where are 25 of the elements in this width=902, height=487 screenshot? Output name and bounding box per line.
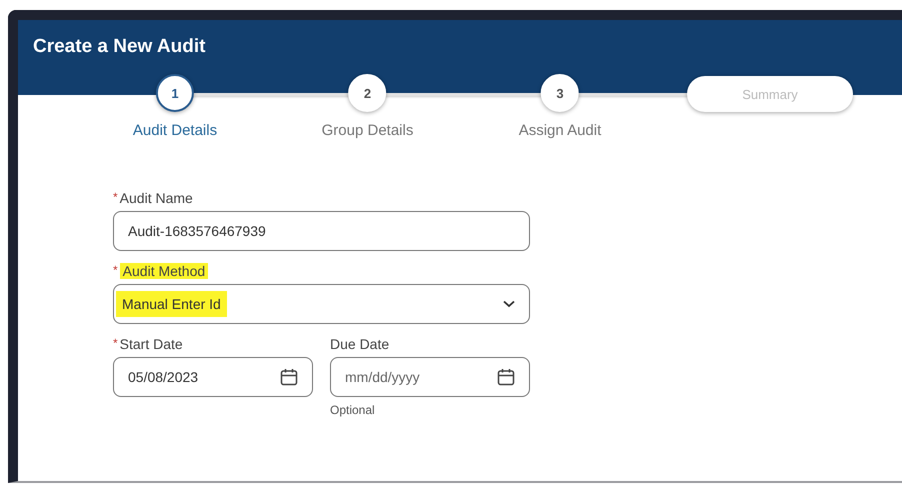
- field-hint: Optional: [330, 403, 376, 417]
- date-value: 05/08/2023: [128, 369, 198, 385]
- required-mark: *: [113, 336, 118, 352]
- due-date-field[interactable]: mm/dd/yyyy: [330, 357, 530, 397]
- step-label: Audit Details: [132, 122, 218, 139]
- calendar-icon[interactable]: [280, 368, 298, 386]
- required-mark: *: [113, 190, 118, 206]
- date-placeholder: mm/dd/yyyy: [345, 369, 420, 385]
- step-button[interactable]: 2: [348, 74, 386, 112]
- field-label: Start Date: [120, 336, 183, 352]
- start-date-field[interactable]: 05/08/2023: [113, 357, 313, 397]
- required-mark: *: [113, 263, 118, 279]
- audit-method-dropdown[interactable]: Manual Enter Id: [113, 284, 530, 324]
- dropdown-value: Manual Enter Id: [116, 291, 227, 317]
- field-label: Due Date: [330, 336, 390, 352]
- field-label: Audit Name: [120, 190, 193, 206]
- audit-name-field[interactable]: Audit-1683576467939: [113, 211, 530, 251]
- step-label: Assign Audit: [518, 122, 602, 139]
- step-label: Group Details: [322, 122, 414, 139]
- chevron-down-icon: [503, 300, 515, 308]
- step-button[interactable]: 1: [156, 74, 194, 112]
- step-button[interactable]: 3: [541, 74, 579, 112]
- calendar-icon[interactable]: [497, 368, 515, 386]
- field-label: Audit Method: [120, 263, 208, 279]
- window-title: Create a New Audit: [33, 36, 206, 57]
